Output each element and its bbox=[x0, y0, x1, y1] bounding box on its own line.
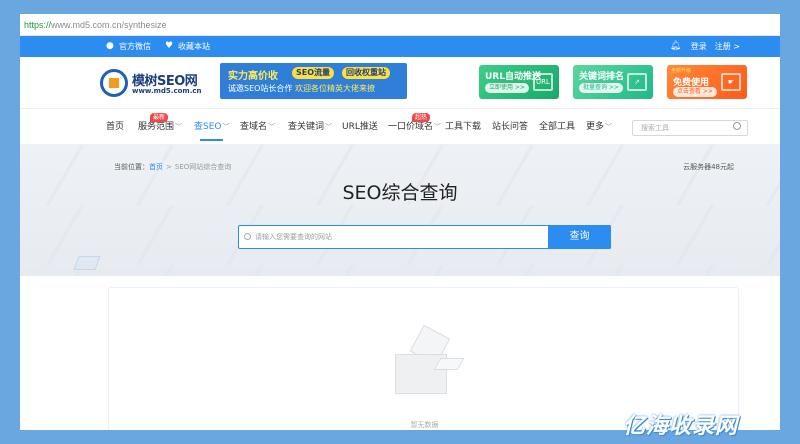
address-bar[interactable]: https://www.md5.com.cn/synthesize bbox=[20, 14, 780, 36]
chevron-down-icon: ﹀ bbox=[434, 123, 442, 131]
nav-domain-price-label: 一口价域名 bbox=[388, 122, 434, 132]
breadcrumb-current: SEO网站综合查询 bbox=[174, 163, 232, 171]
ad-url-push-button[interactable]: 立即使用 >> bbox=[485, 83, 529, 93]
nav-check-seo[interactable]: 查SEO﹀ bbox=[194, 109, 229, 145]
cloud-server-link[interactable]: 云服务器48元起 bbox=[683, 162, 734, 172]
wechat-icon: ● bbox=[106, 41, 114, 51]
nav-webmaster-qa-label: 站长问答 bbox=[492, 122, 529, 132]
ad-free-use-button[interactable]: 点击查看 >> bbox=[673, 87, 717, 97]
bookmark-label: 收藏本站 bbox=[178, 42, 210, 51]
breadcrumb-separator: > bbox=[166, 163, 172, 171]
nav-home-label: 首页 bbox=[106, 122, 125, 132]
search-icon bbox=[244, 233, 251, 240]
nav-check-keyword-label: 查关键词 bbox=[288, 122, 325, 132]
nav-tool-download[interactable]: 工具下载 bbox=[445, 109, 481, 145]
register-link[interactable]: 注册 > bbox=[715, 41, 740, 52]
banner-chip-recycle: 回收权重站 bbox=[342, 67, 390, 79]
bookmark-link[interactable]: ♥ 收藏本站 bbox=[165, 41, 210, 52]
chart-up-icon: ↗ bbox=[627, 73, 647, 91]
banner-line2-highlight: 欢迎各位精英大佬来撩 bbox=[294, 84, 375, 93]
url-protocol: https:// bbox=[24, 20, 52, 30]
ad-keyword-rank[interactable]: 关键词排名 批量查询 >> ↗ bbox=[573, 65, 653, 99]
site-header: 模树SEO网 www.md5.com.cn 实力高价收 SEO流量 回收权重站 … bbox=[20, 57, 780, 109]
banner-line1: 实力高价收 bbox=[228, 71, 278, 82]
site-query-input[interactable]: 请输入您需要查询的网站 查询 bbox=[238, 225, 611, 249]
ad-url-push[interactable]: URL自动推送 立即使用 >> URL bbox=[479, 65, 559, 99]
login-link[interactable]: 登录 bbox=[691, 41, 707, 52]
url-text: www.md5.com.cn/synthesize bbox=[51, 20, 167, 30]
wechat-label: 官方微信 bbox=[119, 42, 151, 51]
logo-domain: www.md5.com.cn bbox=[132, 87, 202, 95]
breadcrumb-home[interactable]: 首页 bbox=[149, 163, 163, 171]
nav-home[interactable]: 首页 bbox=[106, 109, 124, 145]
empty-box-icon bbox=[381, 318, 467, 400]
chevron-down-icon: ﹀ bbox=[268, 123, 276, 131]
nav-services-label: 服务范围 bbox=[138, 122, 175, 132]
promo-banner[interactable]: 实力高价收 SEO流量 回收权重站 诚邀SEO站长合作 欢迎各位精英大佬来撩 bbox=[220, 63, 407, 99]
heart-icon: ♥ bbox=[165, 41, 174, 51]
banner-chip-seo: SEO流量 bbox=[292, 67, 335, 79]
empty-box-side bbox=[433, 358, 465, 370]
logo-mark-icon bbox=[100, 69, 128, 97]
site-logo[interactable]: 模树SEO网 www.md5.com.cn bbox=[100, 67, 202, 101]
tool-search-placeholder: 搜索工具 bbox=[641, 124, 669, 132]
browser-window: https://www.md5.com.cn/synthesize ● 官方微信… bbox=[20, 14, 780, 430]
url-document-icon: URL bbox=[533, 73, 553, 91]
nav-more[interactable]: 更多﹀ bbox=[586, 109, 612, 145]
nav-all-tools-label: 全部工具 bbox=[539, 122, 576, 132]
bell-icon[interactable]: 🔔︎ bbox=[670, 42, 681, 51]
wechat-link[interactable]: ● 官方微信 bbox=[106, 41, 151, 52]
main-nav: 首页 服务范围﹀ 最新 查SEO﹀ 查域名﹀ 查关键词﹀ URL推送 一口价域名… bbox=[20, 109, 780, 145]
chevron-down-icon: ﹀ bbox=[222, 123, 230, 131]
breadcrumb: 当前位置：首页 > SEO网站综合查询 bbox=[114, 162, 231, 172]
badge-hot: 超热 bbox=[412, 113, 431, 122]
chevron-down-icon: ﹀ bbox=[175, 123, 183, 131]
ad-free-use-pre: 全新升级 bbox=[671, 68, 692, 74]
nav-tool-download-label: 工具下载 bbox=[445, 122, 482, 132]
banner-line2-prefix: 诚邀SEO站长合作 bbox=[228, 84, 293, 93]
nav-check-domain[interactable]: 查域名﹀ bbox=[240, 109, 275, 145]
banner-line2: 诚邀SEO站长合作 欢迎各位精英大佬来撩 bbox=[228, 83, 375, 94]
tool-search-input[interactable]: 搜索工具 bbox=[632, 120, 748, 136]
breadcrumb-label: 当前位置： bbox=[114, 163, 149, 171]
chevron-down-icon: ﹀ bbox=[325, 123, 333, 131]
nav-more-label: 更多 bbox=[586, 122, 605, 132]
nav-url-push[interactable]: URL推送 bbox=[342, 109, 378, 145]
badge-new: 最新 bbox=[150, 113, 169, 122]
search-icon[interactable] bbox=[733, 122, 741, 130]
nav-check-seo-label: 查SEO bbox=[194, 122, 222, 132]
page-title: SEO综合查询 bbox=[342, 182, 458, 204]
top-bar: ● 官方微信 ♥ 收藏本站 🔔︎ 登录 注册 > bbox=[20, 36, 780, 57]
ad-free-use[interactable]: 全新升级 免费使用 点击查看 >> ☛ bbox=[667, 65, 747, 99]
ad-keyword-rank-title: 关键词排名 bbox=[579, 72, 625, 82]
nav-webmaster-qa[interactable]: 站长问答 bbox=[492, 109, 528, 145]
account-links: 🔔︎ 登录 注册 > bbox=[662, 36, 740, 57]
hand-pointer-icon: ☛ bbox=[721, 73, 741, 91]
nav-check-domain-label: 查域名 bbox=[240, 122, 268, 132]
nav-check-keyword[interactable]: 查关键词﹀ bbox=[288, 109, 332, 145]
nav-all-tools[interactable]: 全部工具 bbox=[539, 109, 575, 145]
watermark: 亿海收录网 bbox=[623, 414, 739, 439]
ad-keyword-rank-button[interactable]: 批量查询 >> bbox=[579, 83, 623, 93]
site-query-placeholder: 请输入您需要查询的网站 bbox=[255, 233, 332, 241]
nav-url-push-label: URL推送 bbox=[342, 122, 378, 132]
chevron-down-icon: ﹀ bbox=[605, 123, 613, 131]
hero-section: 当前位置：首页 > SEO网站综合查询 云服务器48元起 SEO综合查询 请输入您需… bbox=[20, 145, 780, 276]
query-button[interactable]: 查询 bbox=[548, 225, 611, 249]
